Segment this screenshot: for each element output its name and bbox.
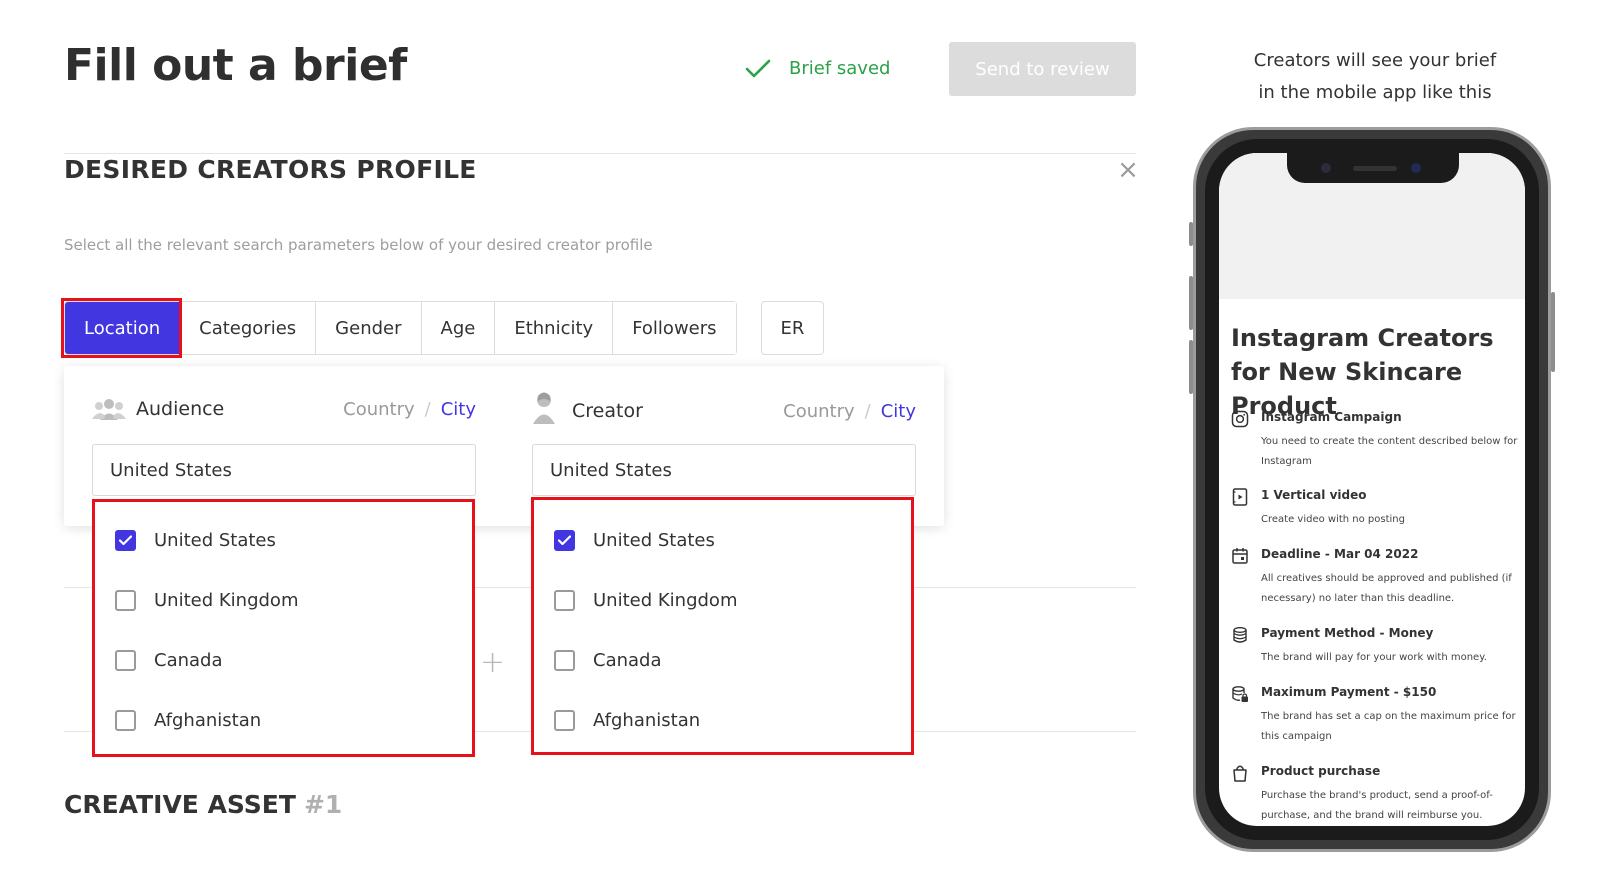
preview-caption-line: in the mobile app like this <box>1258 82 1492 103</box>
creative-asset-label: CREATIVE ASSET <box>64 790 296 819</box>
phone-mockup: Instagram Creators for New Skincare Prod… <box>1189 127 1555 852</box>
info-description: Purchase the brand's product, send a pro… <box>1261 790 1493 821</box>
tab-categories[interactable]: Categories <box>179 302 316 354</box>
audience-country-toggle[interactable]: Country <box>343 399 415 420</box>
campaign-title: Instagram Creators for New Skincare Prod… <box>1231 324 1494 420</box>
creator-location-input[interactable]: United States <box>532 444 916 496</box>
phone-side-button <box>1189 222 1193 246</box>
dropdown-option[interactable]: Afghanistan <box>115 710 261 731</box>
audience-city-toggle[interactable]: City <box>441 399 476 420</box>
save-status: Brief saved <box>745 58 890 79</box>
instagram-icon <box>1231 410 1249 428</box>
checkbox[interactable] <box>554 710 575 731</box>
phone-notch <box>1287 153 1459 183</box>
check-icon <box>558 535 571 546</box>
info-title: Payment Method - Money <box>1261 626 1434 640</box>
creative-asset-number: #1 <box>303 790 343 819</box>
dropdown-option[interactable]: United States <box>115 530 276 551</box>
section-title: DESIRED CREATORS PROFILE <box>64 155 477 184</box>
highlight-location-tab <box>61 298 182 358</box>
dropdown-option[interactable]: Canada <box>115 650 223 671</box>
toggle-separator: / <box>864 400 871 422</box>
option-label: Canada <box>593 650 662 671</box>
speaker-grille <box>1353 166 1397 171</box>
option-label: United States <box>593 530 715 551</box>
close-icon[interactable]: × <box>1116 157 1140 183</box>
page-title: Fill out a brief <box>64 40 407 91</box>
info-description: You need to create the content described… <box>1261 436 1518 467</box>
info-title: 1 Vertical video <box>1261 488 1367 502</box>
option-label: Afghanistan <box>593 710 701 731</box>
audience-icon <box>92 399 126 420</box>
shopping-bag-icon <box>1233 765 1247 782</box>
info-title: Product purchase <box>1261 764 1381 778</box>
dropdown-option[interactable]: Afghanistan <box>554 710 700 731</box>
add-icon[interactable]: + <box>480 645 505 680</box>
option-label: Afghanistan <box>154 710 262 731</box>
check-icon <box>119 535 132 546</box>
tab-age[interactable]: Age <box>420 302 495 354</box>
checkbox-checked[interactable] <box>115 530 136 551</box>
creator-icon <box>533 392 555 424</box>
coins-icon <box>1233 627 1247 643</box>
divider <box>64 153 1136 154</box>
checkbox[interactable] <box>115 650 136 671</box>
tab-followers[interactable]: Followers <box>612 302 736 354</box>
checkbox[interactable] <box>554 590 575 611</box>
checkbox[interactable] <box>115 710 136 731</box>
phone-side-button <box>1551 292 1555 372</box>
tab-gender[interactable]: Gender <box>315 302 421 354</box>
creator-header: Creator Country / City <box>532 392 916 425</box>
audience-label: Audience <box>136 398 225 420</box>
info-description: Create video with no posting <box>1261 514 1405 525</box>
creator-label: Creator <box>572 400 643 422</box>
tab-ethnicity[interactable]: Ethnicity <box>494 302 613 354</box>
section-description: Select all the relevant search parameter… <box>64 236 653 254</box>
creator-country-toggle[interactable]: Country <box>783 401 855 422</box>
phone-bezel: Instagram Creators for New Skincare Prod… <box>1205 139 1539 840</box>
audience-header: Audience Country / City <box>92 397 476 421</box>
info-description: All creatives should be approved and pub… <box>1261 573 1512 604</box>
video-icon <box>1232 488 1248 506</box>
info-description: The brand will pay for your work with mo… <box>1261 652 1487 663</box>
audience-location-input[interactable]: United States <box>92 444 476 496</box>
option-label: United Kingdom <box>593 590 738 611</box>
phone-screen: Instagram Creators for New Skincare Prod… <box>1219 153 1525 826</box>
creator-location-dropdown: United States United Kingdom Canada Afgh… <box>531 497 914 755</box>
creator-city-toggle[interactable]: City <box>881 401 916 422</box>
phone-side-button <box>1189 276 1193 330</box>
checkbox[interactable] <box>115 590 136 611</box>
calendar-icon <box>1232 548 1248 564</box>
checkbox-checked[interactable] <box>554 530 575 551</box>
send-to-review-button[interactable]: Send to review <box>949 42 1136 96</box>
option-label: United Kingdom <box>154 590 299 611</box>
checkmark-icon <box>745 59 771 77</box>
creative-asset-title: CREATIVE ASSET #1 <box>64 790 342 819</box>
info-title: Maximum Payment - $150 <box>1261 685 1437 699</box>
audience-location-dropdown: United States United Kingdom Canada Afgh… <box>92 499 475 757</box>
preview-caption-line: Creators will see your brief <box>1253 50 1497 71</box>
sensor-dot <box>1321 163 1331 173</box>
dropdown-option[interactable]: United Kingdom <box>115 590 298 611</box>
option-label: Canada <box>154 650 223 671</box>
coins-lock-icon <box>1232 686 1248 702</box>
dropdown-option[interactable]: United States <box>554 530 715 551</box>
tab-er[interactable]: ER <box>761 301 824 355</box>
camera-dot <box>1411 163 1421 173</box>
toggle-separator: / <box>424 398 431 420</box>
info-description: The brand has set a cap on the maximum p… <box>1261 711 1516 742</box>
option-label: United States <box>154 530 276 551</box>
save-status-label: Brief saved <box>789 58 891 79</box>
checkbox[interactable] <box>554 650 575 671</box>
dropdown-option[interactable]: United Kingdom <box>554 590 737 611</box>
info-title: Instagram Campaign <box>1261 410 1402 424</box>
dropdown-option[interactable]: Canada <box>554 650 662 671</box>
info-title: Deadline - Mar 04 2022 <box>1261 547 1419 561</box>
phone-side-button <box>1189 340 1193 394</box>
preview-caption: Creators will see your brief in the mobi… <box>1215 45 1535 109</box>
